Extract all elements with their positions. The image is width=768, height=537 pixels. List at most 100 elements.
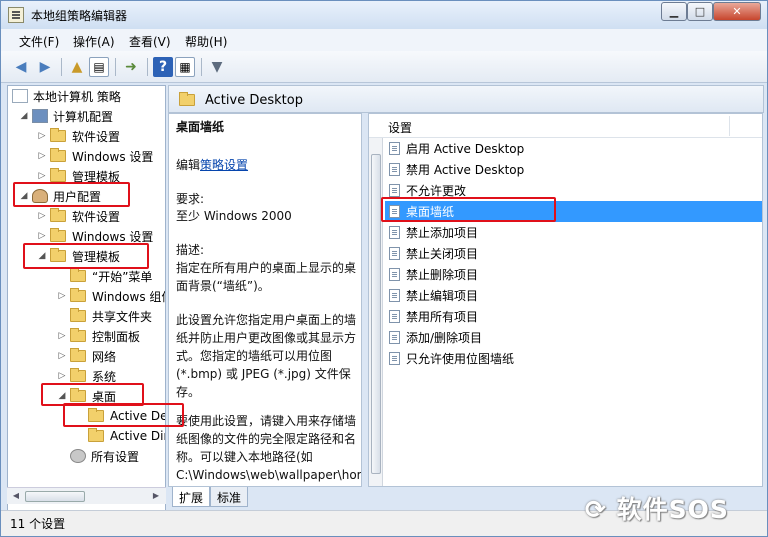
- settings-icon: [70, 449, 86, 463]
- list-item[interactable]: 添加/删除项目: [385, 327, 762, 348]
- toolbar-divider: [61, 58, 62, 76]
- tab-extended[interactable]: 扩展: [172, 487, 211, 507]
- folder-icon: [70, 268, 86, 282]
- policy-settings-link[interactable]: 策略设置: [200, 158, 248, 172]
- tree-item-shared-folders[interactable]: 共享文件夹: [56, 306, 152, 326]
- folder-icon: [50, 228, 66, 242]
- expand-icon[interactable]: ▷: [36, 171, 48, 181]
- list-item[interactable]: 禁止添加项目: [385, 222, 762, 243]
- tree-item-software-settings[interactable]: ▷ 软件设置: [36, 126, 120, 146]
- folder-icon: [70, 348, 86, 362]
- expand-icon[interactable]: ▷: [56, 331, 68, 341]
- tree-pane: 本地计算机 策略 ◢ 计算机配置 ▷ 软件设置 ▷ Windows 设置 ▷ 管理模板 …: [7, 85, 166, 512]
- description-text: 指定在所有用户的桌面上显示的桌面背景(“墙纸”)。: [176, 261, 357, 293]
- folder-icon: [50, 208, 66, 222]
- tree-item-user-software-settings[interactable]: ▷ 软件设置: [36, 206, 120, 226]
- show-hide-tree-icon[interactable]: ▤: [89, 57, 109, 77]
- window-title: 本地组策略编辑器: [31, 9, 128, 23]
- tree-item-windows-components[interactable]: ▷ Windows 组件: [56, 286, 165, 306]
- requirement-label: 要求:: [176, 192, 205, 206]
- expand-icon[interactable]: ▷: [36, 231, 48, 241]
- back-arrow-icon[interactable]: ◀: [11, 57, 31, 77]
- list-item[interactable]: 禁止删除项目: [385, 264, 762, 285]
- toolbar-divider: [115, 58, 116, 76]
- list-item[interactable]: 禁止关闭项目: [385, 243, 762, 264]
- maximize-button[interactable]: □: [687, 2, 713, 21]
- edit-line: 编辑策略设置: [176, 158, 249, 172]
- description-label: 描述:: [176, 243, 205, 257]
- watermark-logo-icon: ⟳: [585, 495, 607, 524]
- tree-item-start-menu[interactable]: “开始”菜单: [56, 266, 152, 286]
- list-item[interactable]: 禁用 Active Desktop: [385, 159, 762, 180]
- description-paragraph-1: 此设置允许您指定用户桌面上的墙纸并防止用户更改图像或其显示方式。您指定的墙纸可以…: [176, 313, 357, 399]
- tree-item-active-directory[interactable]: Active Directory: [74, 426, 165, 446]
- folder-icon: [70, 328, 86, 342]
- tree-item-local-policy[interactable]: 本地计算机 策略: [12, 86, 121, 106]
- policy-icon: [389, 289, 400, 302]
- policy-icon: [389, 142, 400, 155]
- scroll-left-icon[interactable]: ◀: [9, 490, 23, 502]
- policy-icon: [389, 310, 400, 323]
- folder-icon: [50, 148, 66, 162]
- folder-icon: [179, 92, 195, 106]
- expand-icon[interactable]: ▷: [56, 371, 68, 381]
- list-item[interactable]: 启用 Active Desktop: [385, 138, 762, 159]
- folder-icon: [88, 428, 104, 442]
- scroll-thumb[interactable]: [371, 154, 381, 474]
- tree-item-network[interactable]: ▷ 网络: [56, 346, 116, 366]
- export-list-icon[interactable]: ➜: [121, 57, 141, 77]
- tree-item-control-panel[interactable]: ▷ 控制面板: [56, 326, 140, 346]
- toolbar-divider: [147, 58, 148, 76]
- highlight-box-desktop-wallpaper: [381, 197, 556, 222]
- list-item[interactable]: 禁用所有项目: [385, 306, 762, 327]
- properties-icon[interactable]: ▦: [175, 57, 195, 77]
- list-item[interactable]: 禁止编辑项目: [385, 285, 762, 306]
- policy-icon: [389, 163, 400, 176]
- policy-icon: [389, 268, 400, 281]
- scroll-thumb[interactable]: [25, 491, 85, 502]
- expand-icon[interactable]: ▷: [56, 351, 68, 361]
- tab-standard[interactable]: 标准: [210, 487, 249, 507]
- menu-view[interactable]: 查看(V): [129, 33, 171, 50]
- folder-icon: [50, 128, 66, 142]
- folder-icon: [50, 168, 66, 182]
- policy-icon: [389, 331, 400, 344]
- settings-list-pane: 设置 启用 Active Desktop 禁用 Active Desktop 不…: [368, 113, 763, 487]
- up-folder-icon[interactable]: ▲: [67, 57, 87, 77]
- menu-file[interactable]: 文件(F): [19, 33, 59, 50]
- tree-item-windows-settings[interactable]: ▷ Windows 设置: [36, 146, 153, 166]
- policy-icon: [389, 247, 400, 260]
- tree-horizontal-scrollbar[interactable]: ◀ ▶: [7, 487, 166, 504]
- menu-help[interactable]: 帮助(H): [185, 33, 227, 50]
- help-icon[interactable]: ?: [153, 57, 173, 77]
- list-vertical-scrollbar[interactable]: [369, 138, 383, 486]
- close-button[interactable]: ✕: [713, 2, 761, 21]
- expand-icon[interactable]: ▷: [56, 291, 68, 301]
- computer-icon: [32, 109, 48, 123]
- policy-icon: [389, 226, 400, 239]
- scroll-right-icon[interactable]: ▶: [149, 490, 163, 502]
- forward-arrow-icon[interactable]: ▶: [35, 57, 55, 77]
- description-pane: 桌面墙纸 编辑策略设置 要求: 至少 Windows 2000 描述: 指定在所…: [168, 113, 362, 487]
- doc-icon: [12, 89, 28, 103]
- menu-action[interactable]: 操作(A): [73, 33, 115, 50]
- list-item[interactable]: 只允许使用位图墙纸: [385, 348, 762, 369]
- collapse-icon[interactable]: ◢: [18, 111, 30, 121]
- expand-icon[interactable]: ▷: [36, 211, 48, 221]
- expand-icon[interactable]: ▷: [36, 151, 48, 161]
- minimize-button[interactable]: ▁: [661, 2, 687, 21]
- tree-item-computer-config[interactable]: ◢ 计算机配置: [18, 106, 113, 126]
- highlight-box-user-config: [13, 182, 130, 207]
- main-window: 本地组策略编辑器 ▁ □ ✕ 文件(F) 操作(A) 查看(V) 帮助(H) ◀…: [0, 0, 768, 537]
- menu-bar: 文件(F) 操作(A) 查看(V) 帮助(H): [1, 29, 767, 51]
- status-text: 11 个设置: [10, 517, 66, 531]
- column-header-setting[interactable]: 设置: [369, 114, 762, 138]
- policy-icon: [389, 184, 400, 197]
- policy-icon: [389, 352, 400, 365]
- requirement-value: 至少 Windows 2000: [176, 209, 292, 223]
- highlight-box-admin-templates: [23, 243, 149, 269]
- filter-icon[interactable]: ▼: [207, 57, 227, 77]
- setting-title: 桌面墙纸: [176, 120, 225, 134]
- expand-icon[interactable]: ▷: [36, 131, 48, 141]
- tree-item-all-settings[interactable]: 所有设置: [56, 446, 139, 466]
